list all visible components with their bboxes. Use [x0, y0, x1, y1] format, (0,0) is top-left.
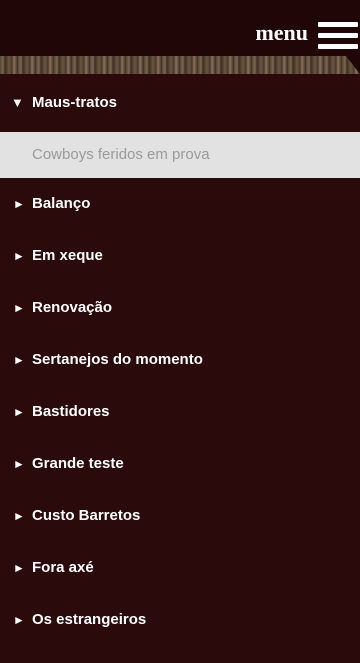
menu-item-label: Renovação — [32, 299, 113, 316]
decorative-wood-strip — [0, 56, 360, 74]
submenu-item-cowboys-feridos[interactable]: Cowboys feridos em prova — [0, 132, 360, 178]
hamburger-line — [318, 44, 358, 49]
menu-item-label: Fora axé — [32, 559, 94, 576]
hamburger-icon[interactable] — [318, 22, 358, 50]
menu-label[interactable]: menu — [255, 19, 308, 47]
menu-item-label: Em xeque — [32, 247, 103, 264]
collapsed-arrow-icon: ► — [13, 301, 25, 315]
menu-item-fora-axe[interactable]: ► Fora axé — [0, 542, 360, 594]
hamburger-line — [318, 33, 358, 38]
menu-item-label: Balanço — [32, 195, 91, 212]
expanded-arrow-icon: ▼ — [11, 95, 24, 110]
menu-item-custo-barretos[interactable]: ► Custo Barretos — [0, 490, 360, 542]
menu-item-bastidores[interactable]: ► Bastidores — [0, 386, 360, 438]
menu-item-os-estrangeiros[interactable]: ► Os estrangeiros — [0, 594, 360, 646]
collapsed-arrow-icon: ► — [13, 197, 25, 211]
menu-item-balanco[interactable]: ► Balanço — [0, 178, 360, 230]
collapsed-arrow-icon: ► — [13, 457, 25, 471]
collapsed-arrow-icon: ► — [13, 509, 25, 523]
collapsed-arrow-icon: ► — [13, 561, 25, 575]
menu-item-grande-teste[interactable]: ► Grande teste — [0, 438, 360, 490]
menu-item-label: Bastidores — [32, 403, 110, 420]
menu-item-sertanejos[interactable]: ► Sertanejos do momento — [0, 334, 360, 386]
collapsed-arrow-icon: ► — [13, 405, 25, 419]
menu-pointer-notch — [346, 56, 360, 74]
collapsed-arrow-icon: ► — [13, 249, 25, 263]
hamburger-line — [318, 22, 358, 27]
menu-item-renovacao[interactable]: ► Renovação — [0, 282, 360, 334]
menu-item-maus-tratos[interactable]: ▼ Maus-tratos — [0, 74, 360, 132]
menu-item-em-xeque[interactable]: ► Em xeque — [0, 230, 360, 282]
menu-item-label: Grande teste — [32, 455, 124, 472]
navigation-menu: ▼ Maus-tratos Cowboys feridos em prova ►… — [0, 74, 360, 646]
menu-item-label: Os estrangeiros — [32, 611, 147, 628]
menu-item-label: Maus-tratos — [32, 94, 118, 111]
collapsed-arrow-icon: ► — [13, 353, 25, 367]
header-bar: menu — [0, 0, 360, 56]
menu-item-label: Sertanejos do momento — [32, 351, 203, 368]
collapsed-arrow-icon: ► — [13, 613, 25, 627]
menu-item-label: Custo Barretos — [32, 507, 141, 524]
